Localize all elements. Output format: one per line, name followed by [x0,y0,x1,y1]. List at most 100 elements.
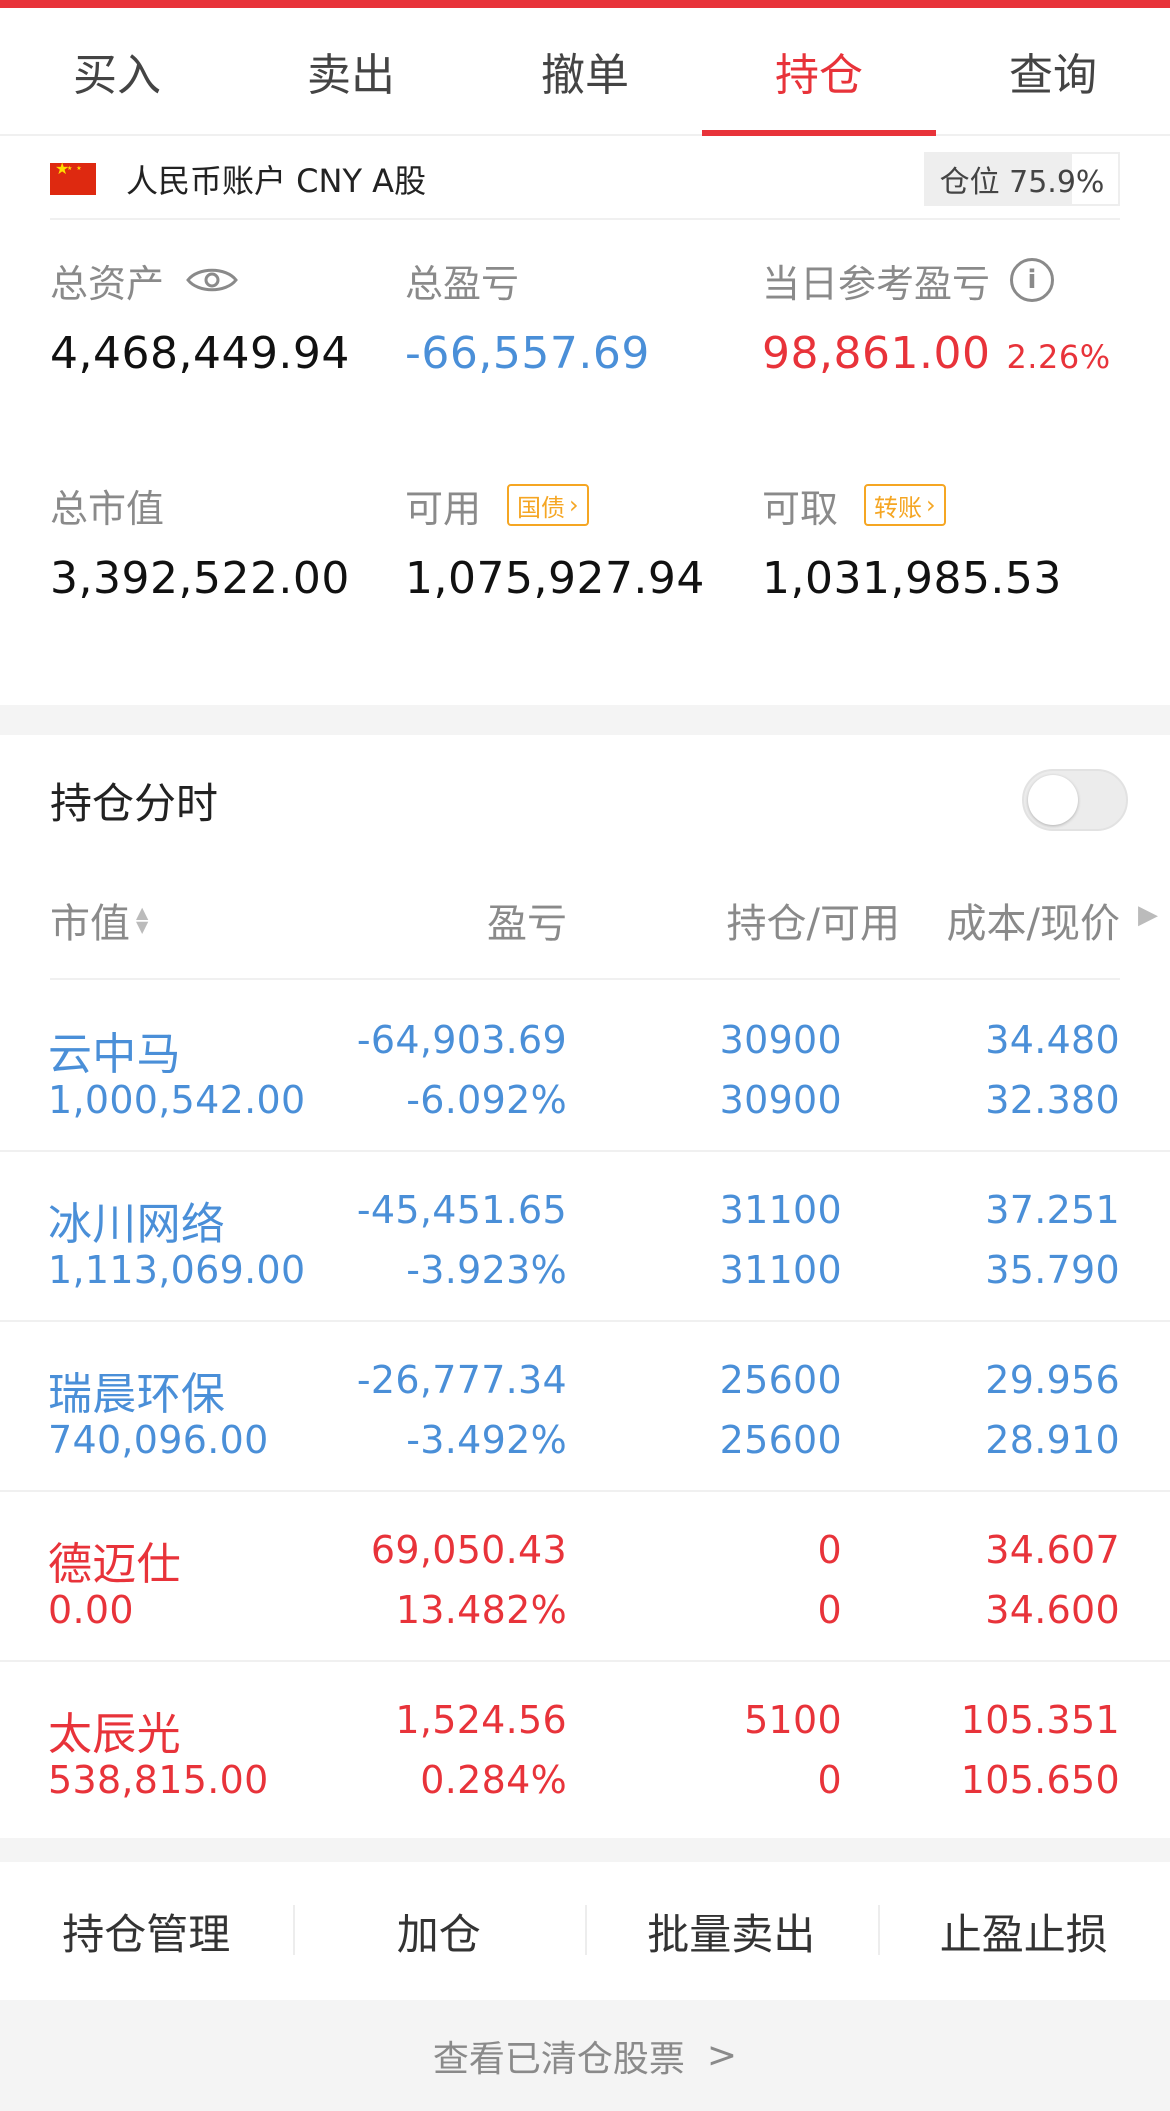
daily-pl-pct: 2.26% [1006,338,1111,376]
toggle-knob [1028,775,1078,825]
stock-pl: -45,451.65 [356,1188,567,1232]
account-name: 人民币账户 CNY A股 [126,162,427,200]
table-row[interactable]: 云中马 1,000,542.00 -64,903.69 -6.092% 3090… [0,982,1170,1152]
header-market-value[interactable]: 市值 ▲ ▼ [50,880,148,960]
stock-market-value: 1,000,542.00 [48,1078,306,1122]
position-ratio-badge: 仓位 75.9% [924,152,1120,206]
table-row[interactable]: 瑞晨环保 740,096.00 -26,777.34 -3.492% 25600… [0,1322,1170,1492]
header-market-value-label: 市值 [50,901,130,947]
tab-cancel[interactable]: 撤单 [468,8,702,134]
stock-name: 太辰光 [48,1709,181,1760]
available-label: 可用 [405,486,482,531]
scroll-right-icon[interactable]: ▶ [1138,900,1158,930]
stock-price: 105.650 [960,1758,1120,1802]
eye-icon[interactable] [186,265,238,295]
stock-pl: -64,903.69 [356,1018,567,1062]
intraday-toggle-row: 持仓分时 [50,760,1128,840]
stock-price: 34.600 [985,1588,1120,1632]
treasury-bond-tag[interactable]: 国债 › [507,484,589,526]
take-profit-stop-loss-button[interactable]: 止盈止损 [877,1901,1170,1962]
intraday-toggle[interactable] [1022,769,1128,831]
withdrawable-value: 1,031,985.53 [762,553,1062,604]
market-value-label: 总市值 [50,486,165,531]
account-row[interactable]: 人民币账户 CNY A股 仓位 75.9% [50,140,1120,220]
stock-pl: -26,777.34 [356,1358,567,1402]
treasury-bond-tag-label: 国债 [517,493,566,522]
daily-pl-label: 当日参考盈亏 [762,261,991,306]
stock-name: 德迈仕 [48,1539,181,1590]
view-cleared-stocks-link[interactable]: 查看已清仓股票 > [0,2000,1170,2111]
stock-name: 瑞晨环保 [48,1369,226,1420]
stock-price: 32.380 [985,1078,1120,1122]
table-row[interactable]: 冰川网络 1,113,069.00 -45,451.65 -3.923% 311… [0,1152,1170,1322]
total-pl-value: -66,557.69 [405,328,650,379]
table-row[interactable]: 太辰光 538,815.00 1,524.56 0.284% 5100 0 10… [0,1662,1170,1832]
batch-sell-button[interactable]: 批量卖出 [585,1901,878,1962]
stock-position: 0 [817,1528,842,1572]
tab-query[interactable]: 查询 [936,8,1170,134]
stock-available: 30900 [719,1078,842,1122]
stock-pl-pct: 13.482% [395,1588,567,1632]
chevron-right-icon: › [569,491,579,519]
stock-available: 31100 [719,1248,842,1292]
holdings-actions: 持仓管理 加仓 批量卖出 止盈止损 [0,1862,1170,2000]
stock-cost: 29.956 [985,1358,1120,1402]
total-pl-label: 总盈亏 [405,261,520,306]
stock-market-value: 0.00 [48,1588,134,1632]
info-icon[interactable]: i [1010,258,1055,302]
stock-position: 5100 [744,1698,842,1742]
stock-position: 25600 [719,1358,842,1402]
stock-available: 25600 [719,1418,842,1462]
header-position: 持仓/可用 [726,901,900,947]
tab-buy[interactable]: 买入 [0,8,234,134]
stock-pl-pct: -6.092% [406,1078,567,1122]
stock-market-value: 538,815.00 [48,1758,269,1802]
stock-pl-pct: -3.492% [406,1418,567,1462]
withdrawable-funds: 可取 转账 › 1,031,985.53 [762,475,1122,604]
stock-price: 28.910 [985,1418,1120,1462]
stock-pl: 1,524.56 [395,1698,567,1742]
table-row[interactable]: 德迈仕 0.00 69,050.43 13.482% 0 0 34.607 34… [0,1492,1170,1662]
total-assets-label: 总资产 [50,261,165,306]
stock-position: 31100 [719,1188,842,1232]
top-accent-bar [0,0,1170,8]
stock-cost: 37.251 [985,1188,1120,1232]
transfer-tag[interactable]: 转账 › [864,484,946,526]
section-divider [0,1838,1170,1862]
holdings-table-header: 市值 ▲ ▼ 盈亏 持仓/可用 成本/现价 [50,880,1120,980]
stock-market-value: 740,096.00 [48,1418,269,1462]
stock-available: 0 [817,1758,842,1802]
available-value: 1,075,927.94 [405,553,705,604]
stock-name: 云中马 [48,1029,181,1080]
transfer-tag-label: 转账 [874,493,923,522]
daily-pl-value: 98,861.00 [762,328,991,379]
add-position-button[interactable]: 加仓 [292,1901,586,1962]
available-funds: 可用 国债 › 1,075,927.94 [405,475,765,604]
stock-market-value: 1,113,069.00 [48,1248,306,1292]
section-divider [0,705,1170,735]
manage-holdings-button[interactable]: 持仓管理 [0,1901,293,1962]
tab-holdings[interactable]: 持仓 [702,8,936,136]
total-assets-value: 4,468,449.94 [50,328,350,379]
total-pl: 总盈亏 -66,557.69 [405,250,765,380]
stock-cost: 34.607 [985,1528,1120,1572]
stock-price: 35.790 [985,1248,1120,1292]
stock-pl-pct: -3.923% [406,1248,567,1292]
trade-tabs: 买入 卖出 撤单 持仓 查询 [0,8,1170,136]
daily-pl: 当日参考盈亏 i 98,861.00 2.26% [762,250,1122,379]
stock-cost: 105.351 [960,1698,1120,1742]
total-assets: 总资产 4,468,449.94 [50,250,410,380]
withdrawable-label: 可取 [762,486,839,531]
china-flag-icon [50,159,96,195]
market-value-value: 3,392,522.00 [50,553,350,604]
tab-sell[interactable]: 卖出 [234,8,468,134]
position-ratio-text: 仓位 75.9% [939,165,1105,200]
stock-pl: 69,050.43 [370,1528,567,1572]
intraday-toggle-label: 持仓分时 [50,778,219,828]
market-value: 总市值 3,392,522.00 [50,475,410,605]
header-cost-price: 成本/现价 [946,901,1120,947]
chevron-right-icon: > [706,2035,738,2076]
chevron-right-icon: › [926,491,936,519]
header-pl: 盈亏 [487,901,567,947]
view-cleared-stocks-label: 查看已清仓股票 [432,2038,685,2080]
